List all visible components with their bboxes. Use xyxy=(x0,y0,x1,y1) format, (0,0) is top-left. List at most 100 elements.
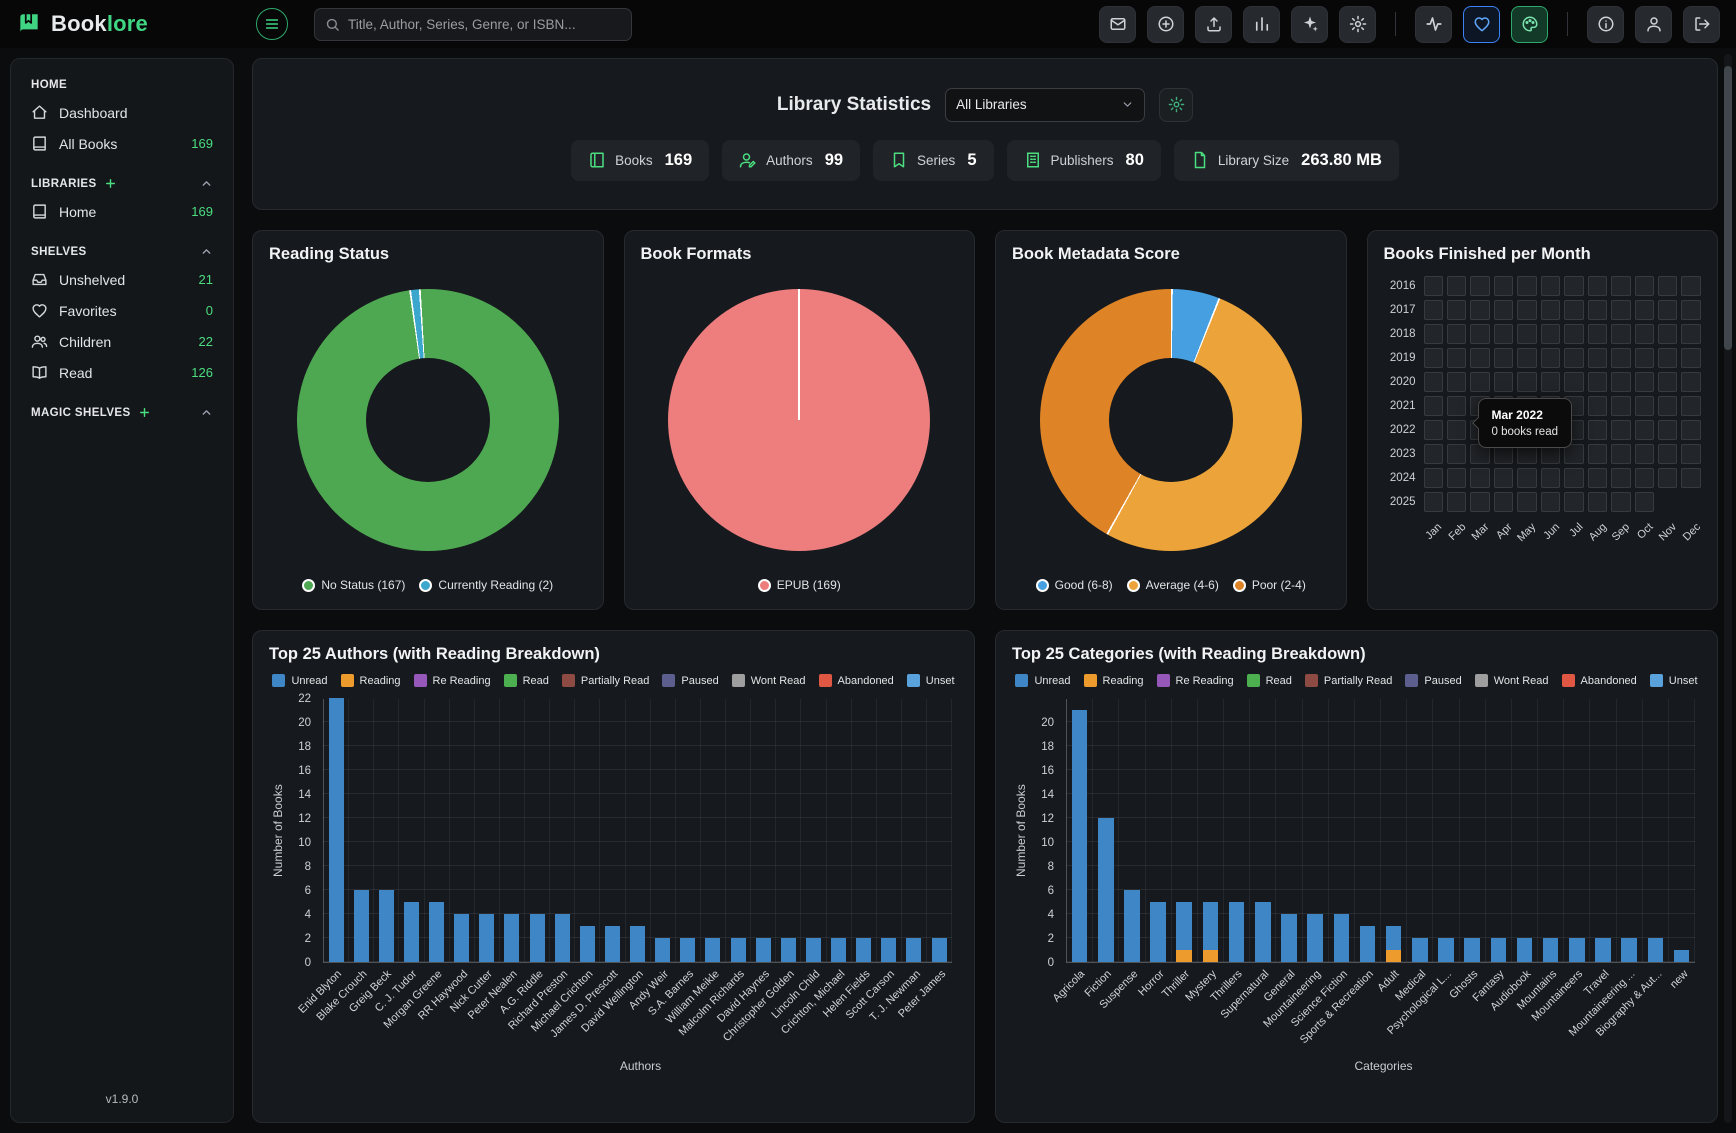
heatmap-cell[interactable] xyxy=(1681,444,1700,464)
heatmap-cell[interactable] xyxy=(1424,276,1443,296)
legend-item-re-reading[interactable]: Re Reading xyxy=(1157,674,1234,687)
legend-item[interactable]: Poor (2-4) xyxy=(1233,575,1306,595)
sidebar-item-dashboard[interactable]: Dashboard xyxy=(23,97,221,128)
heatmap-cell[interactable] xyxy=(1635,324,1654,344)
heatmap-cell[interactable] xyxy=(1588,492,1607,512)
heatmap-cell[interactable] xyxy=(1424,348,1443,368)
menu-button[interactable] xyxy=(256,8,288,40)
bar[interactable] xyxy=(1486,699,1512,962)
bar[interactable] xyxy=(1329,699,1355,962)
heatmap-cell[interactable] xyxy=(1588,276,1607,296)
bar[interactable] xyxy=(525,699,550,962)
bar[interactable] xyxy=(801,699,826,962)
bar[interactable] xyxy=(776,699,801,962)
heatmap-cell[interactable] xyxy=(1447,276,1466,296)
heatmap-cell[interactable] xyxy=(1541,276,1560,296)
add-library-icon[interactable] xyxy=(104,177,117,190)
heatmap-cell[interactable] xyxy=(1541,468,1560,488)
heatmap-cell[interactable] xyxy=(1611,420,1630,440)
legend-item-reading[interactable]: Reading xyxy=(1084,674,1144,687)
logout-button[interactable] xyxy=(1683,6,1720,43)
heatmap-cell[interactable] xyxy=(1681,420,1700,440)
heatmap-cell[interactable] xyxy=(1681,396,1700,416)
add-book-button[interactable] xyxy=(1147,6,1184,43)
sidebar-item-read[interactable]: Read 126 xyxy=(23,357,221,388)
heatmap-cell[interactable] xyxy=(1564,300,1583,320)
heatmap-cell[interactable] xyxy=(1470,276,1489,296)
bar[interactable] xyxy=(751,699,776,962)
heatmap-cell[interactable] xyxy=(1541,300,1560,320)
heatmap-cell[interactable] xyxy=(1517,276,1536,296)
legend-item-read[interactable]: Read xyxy=(504,674,549,687)
heatmap-cell[interactable] xyxy=(1588,372,1607,392)
heatmap-cell[interactable] xyxy=(1658,420,1677,440)
heatmap-cell[interactable] xyxy=(1447,444,1466,464)
heatmap-cell[interactable] xyxy=(1658,468,1677,488)
legend-item-re-reading[interactable]: Re Reading xyxy=(414,674,491,687)
bar[interactable] xyxy=(1119,699,1145,962)
legend-item-paused[interactable]: Paused xyxy=(662,674,718,687)
library-filter-select[interactable]: All Libraries xyxy=(945,88,1145,122)
bar[interactable] xyxy=(1590,699,1616,962)
heatmap-cell[interactable] xyxy=(1517,300,1536,320)
heatmap-cell[interactable] xyxy=(1494,276,1513,296)
heatmap-cell[interactable] xyxy=(1517,324,1536,344)
legend-item-unread[interactable]: Unread xyxy=(1015,674,1070,687)
heatmap-cell[interactable] xyxy=(1635,444,1654,464)
bar[interactable] xyxy=(600,699,625,962)
heatmap-cell[interactable] xyxy=(1564,372,1583,392)
heatmap-cell[interactable] xyxy=(1588,444,1607,464)
heatmap-cell[interactable] xyxy=(1424,444,1443,464)
heatmap-cell[interactable] xyxy=(1588,468,1607,488)
bar[interactable] xyxy=(1067,699,1093,962)
legend-item[interactable]: No Status (167) xyxy=(302,575,405,595)
bar[interactable] xyxy=(827,699,852,962)
heatmap-cell[interactable] xyxy=(1494,300,1513,320)
favorites-button[interactable] xyxy=(1463,6,1500,43)
sidebar-item-unshelved[interactable]: Unshelved 21 xyxy=(23,264,221,295)
account-button[interactable] xyxy=(1635,6,1672,43)
legend-item-partially-read[interactable]: Partially Read xyxy=(1305,674,1392,687)
heatmap-cell[interactable] xyxy=(1681,276,1700,296)
bar[interactable] xyxy=(626,699,651,962)
magic-button[interactable] xyxy=(1291,6,1328,43)
heatmap-cell[interactable] xyxy=(1541,372,1560,392)
legend-item-partially-read[interactable]: Partially Read xyxy=(562,674,649,687)
heatmap-cell[interactable] xyxy=(1681,324,1700,344)
legend-item[interactable]: EPUB (169) xyxy=(758,575,841,595)
bar[interactable] xyxy=(902,699,927,962)
heatmap-cell[interactable] xyxy=(1470,372,1489,392)
heatmap-cell[interactable] xyxy=(1588,300,1607,320)
bar[interactable] xyxy=(1172,699,1198,962)
heatmap-cell[interactable] xyxy=(1588,324,1607,344)
heatmap-cell[interactable] xyxy=(1494,468,1513,488)
bar[interactable] xyxy=(1512,699,1538,962)
legend-item-wont-read[interactable]: Wont Read xyxy=(732,674,806,687)
heatmap-cell[interactable] xyxy=(1658,300,1677,320)
bar[interactable] xyxy=(324,699,349,962)
heatmap-cell[interactable] xyxy=(1447,300,1466,320)
heatmap-cell[interactable] xyxy=(1611,444,1630,464)
bar[interactable] xyxy=(726,699,751,962)
heatmap-cell[interactable] xyxy=(1658,444,1677,464)
heatmap-cell[interactable] xyxy=(1611,348,1630,368)
bar[interactable] xyxy=(1381,699,1407,962)
legend-item-wont-read[interactable]: Wont Read xyxy=(1475,674,1549,687)
legend-item-reading[interactable]: Reading xyxy=(341,674,401,687)
bar[interactable] xyxy=(475,699,500,962)
heatmap-cell[interactable] xyxy=(1447,492,1466,512)
sidebar-item-children[interactable]: Children 22 xyxy=(23,326,221,357)
bar[interactable] xyxy=(1198,699,1224,962)
legend-item[interactable]: Good (6-8) xyxy=(1036,575,1113,595)
heatmap-cell[interactable] xyxy=(1658,324,1677,344)
bar[interactable] xyxy=(1250,699,1276,962)
heatmap-cell[interactable] xyxy=(1588,396,1607,416)
bar[interactable] xyxy=(550,699,575,962)
bar[interactable] xyxy=(1643,699,1669,962)
heatmap-cell[interactable] xyxy=(1635,420,1654,440)
heatmap-cell[interactable] xyxy=(1681,300,1700,320)
bar[interactable] xyxy=(1355,699,1381,962)
heatmap-cell[interactable] xyxy=(1681,348,1700,368)
bar[interactable] xyxy=(877,699,902,962)
heatmap-cell[interactable] xyxy=(1611,492,1630,512)
